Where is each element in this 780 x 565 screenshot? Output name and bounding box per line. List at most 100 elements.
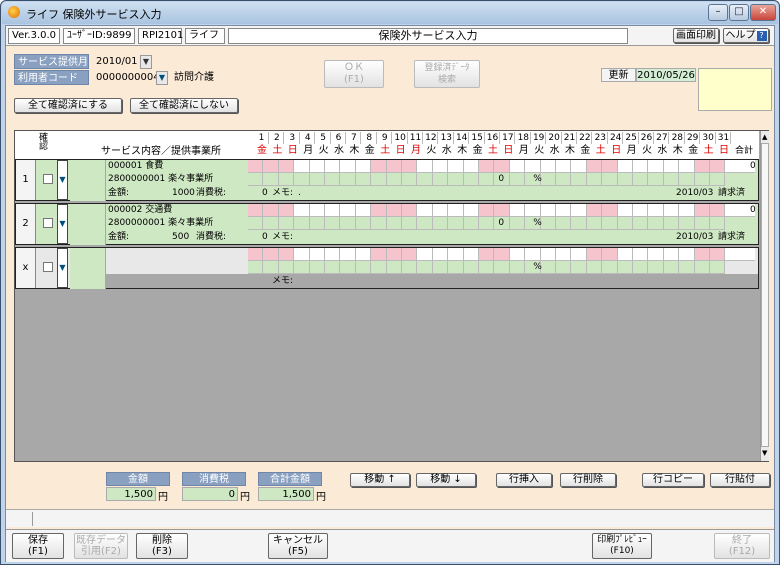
day-cell[interactable] bbox=[479, 204, 495, 217]
day-cell[interactable] bbox=[602, 217, 618, 230]
day-cell[interactable] bbox=[340, 261, 356, 274]
day-cell[interactable] bbox=[494, 261, 510, 274]
day-cell[interactable] bbox=[417, 248, 433, 261]
day-cell[interactable] bbox=[571, 173, 587, 186]
day-cell[interactable] bbox=[540, 248, 556, 261]
day-cell[interactable] bbox=[509, 248, 526, 261]
day-cell[interactable] bbox=[602, 160, 618, 173]
day-cell[interactable] bbox=[340, 173, 356, 186]
day-cell[interactable] bbox=[340, 248, 356, 261]
day-cell[interactable] bbox=[294, 160, 310, 173]
day-cell[interactable] bbox=[309, 173, 325, 186]
day-cell[interactable] bbox=[525, 248, 541, 261]
day-cell[interactable] bbox=[417, 173, 433, 186]
day-cell[interactable] bbox=[648, 173, 664, 186]
day-cell[interactable] bbox=[325, 248, 341, 261]
day-cell[interactable] bbox=[602, 173, 618, 186]
day-cell[interactable] bbox=[248, 173, 264, 186]
day-cell[interactable] bbox=[263, 217, 279, 230]
day-cell[interactable] bbox=[540, 261, 556, 274]
day-cell[interactable] bbox=[325, 261, 341, 274]
exit-button[interactable]: 終了 (F12) bbox=[714, 533, 770, 559]
day-cell[interactable] bbox=[602, 248, 618, 261]
day-cell[interactable] bbox=[371, 261, 387, 274]
day-cell[interactable] bbox=[371, 173, 387, 186]
day-cell[interactable] bbox=[679, 261, 695, 274]
minimize-button[interactable]: – bbox=[708, 4, 728, 21]
day-cell[interactable] bbox=[479, 248, 495, 261]
day-cell[interactable] bbox=[694, 173, 710, 186]
day-cell[interactable] bbox=[494, 204, 510, 217]
day-cell[interactable] bbox=[402, 173, 418, 186]
day-cell[interactable] bbox=[556, 160, 572, 173]
help-button[interactable]: ヘルプ? bbox=[723, 28, 769, 43]
day-cell[interactable] bbox=[602, 204, 618, 217]
day-cell[interactable] bbox=[248, 160, 264, 173]
day-cell[interactable] bbox=[494, 248, 510, 261]
day-cell[interactable] bbox=[509, 173, 526, 186]
confirm-checkbox[interactable] bbox=[43, 174, 53, 184]
day-cell[interactable] bbox=[402, 204, 418, 217]
day-cell[interactable] bbox=[679, 248, 695, 261]
day-cell[interactable] bbox=[479, 173, 495, 186]
day-cell[interactable] bbox=[263, 261, 279, 274]
day-cell[interactable] bbox=[325, 160, 341, 173]
day-cell[interactable] bbox=[648, 248, 664, 261]
day-cell[interactable] bbox=[386, 217, 402, 230]
day-cell[interactable] bbox=[663, 160, 680, 173]
day-cell[interactable] bbox=[432, 204, 449, 217]
day-cell[interactable] bbox=[586, 217, 603, 230]
day-cell[interactable] bbox=[386, 248, 402, 261]
day-cell[interactable] bbox=[586, 173, 603, 186]
day-cell[interactable] bbox=[494, 160, 510, 173]
unconfirm-all-button[interactable]: 全て確認済にしない bbox=[130, 98, 238, 113]
day-cell[interactable] bbox=[355, 248, 372, 261]
maximize-button[interactable]: □ bbox=[729, 4, 749, 21]
day-cell[interactable] bbox=[509, 217, 526, 230]
day-cell[interactable] bbox=[509, 160, 526, 173]
day-cell[interactable] bbox=[417, 261, 433, 274]
day-cell[interactable] bbox=[479, 160, 495, 173]
day-cell[interactable] bbox=[633, 204, 649, 217]
day-cell[interactable] bbox=[248, 217, 264, 230]
day-cell[interactable] bbox=[694, 217, 710, 230]
day-cell[interactable] bbox=[710, 160, 726, 173]
scroll-up-icon[interactable]: ▲ bbox=[762, 133, 767, 141]
day-cell[interactable] bbox=[278, 261, 295, 274]
day-cell[interactable] bbox=[648, 217, 664, 230]
confirm-checkbox[interactable] bbox=[43, 262, 53, 272]
day-cell[interactable] bbox=[371, 217, 387, 230]
close-button[interactable]: ✕ bbox=[750, 4, 776, 21]
day-cell[interactable] bbox=[617, 217, 633, 230]
table-row[interactable]: 2 ▼ 000002 交通費 2800000001 楽々事業所 0 0 金額: 500 消費税:… bbox=[15, 203, 759, 245]
day-cell[interactable] bbox=[463, 160, 479, 173]
day-cell[interactable] bbox=[663, 248, 680, 261]
day-cell[interactable] bbox=[325, 204, 341, 217]
day-cell[interactable] bbox=[417, 204, 433, 217]
day-cell[interactable] bbox=[556, 173, 572, 186]
day-cell[interactable] bbox=[417, 217, 433, 230]
day-cell[interactable] bbox=[402, 248, 418, 261]
day-cell[interactable] bbox=[571, 248, 587, 261]
day-cell[interactable] bbox=[463, 261, 479, 274]
day-cell[interactable] bbox=[309, 217, 325, 230]
day-cell[interactable] bbox=[278, 217, 295, 230]
chevron-down-icon[interactable]: ▼ bbox=[140, 55, 152, 69]
day-cell[interactable] bbox=[340, 217, 356, 230]
move-down-button[interactable]: 移動 ↓ bbox=[416, 473, 476, 487]
registered-search-button[interactable]: 登録済ﾃﾞｰﾀ 検索 bbox=[414, 60, 480, 88]
day-cell[interactable] bbox=[309, 204, 325, 217]
day-cell[interactable] bbox=[586, 160, 603, 173]
day-cell[interactable] bbox=[617, 204, 633, 217]
day-cell[interactable] bbox=[617, 173, 633, 186]
day-cell[interactable] bbox=[586, 261, 603, 274]
day-cell[interactable] bbox=[371, 204, 387, 217]
table-row[interactable]: x ▼ メモ:% bbox=[15, 247, 759, 289]
day-cell[interactable] bbox=[694, 248, 710, 261]
day-cell[interactable] bbox=[679, 217, 695, 230]
day-cell[interactable] bbox=[448, 204, 464, 217]
day-cell[interactable] bbox=[386, 261, 402, 274]
day-cell[interactable] bbox=[248, 204, 264, 217]
day-cell[interactable] bbox=[571, 204, 587, 217]
row-menu-icon[interactable]: ▼ bbox=[57, 204, 68, 244]
